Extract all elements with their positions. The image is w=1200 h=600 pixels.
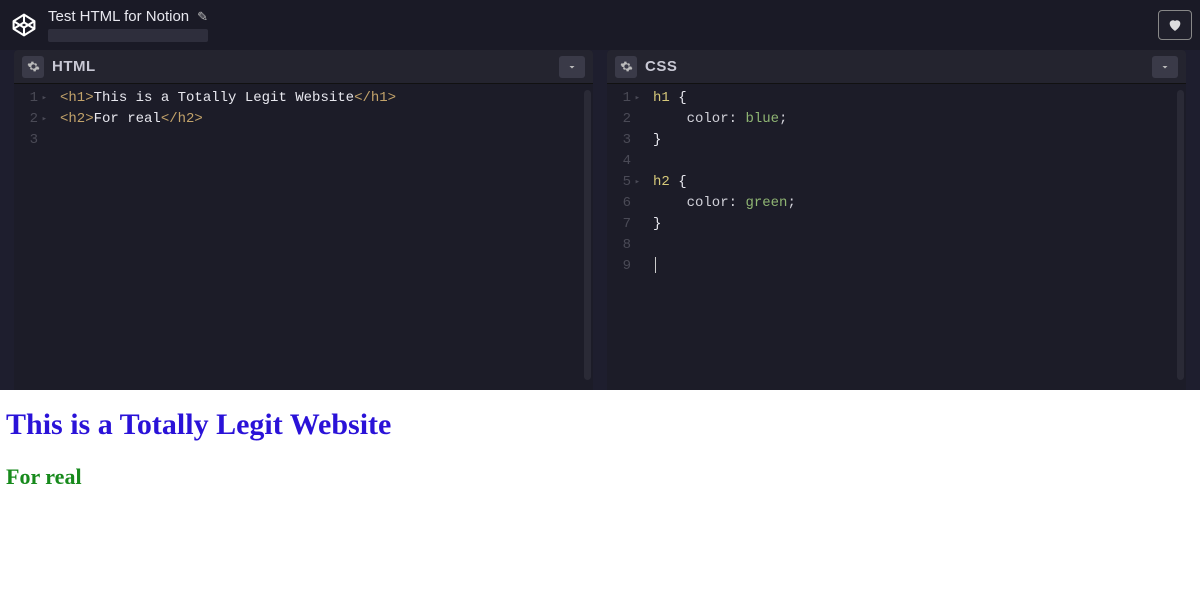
preview-pane: This is a Totally Legit Website For real <box>0 390 1200 600</box>
html-gutter: 1 2 3 <box>14 88 46 390</box>
html-panel-header: HTML <box>14 50 593 84</box>
chevron-down-icon[interactable] <box>559 56 585 78</box>
editor-panels: HTML 1 2 3 <h1>This is a Totally Legit W… <box>0 50 1200 390</box>
css-panel-title: CSS <box>645 58 1152 75</box>
top-bar: Test HTML for Notion ✎ <box>0 0 1200 50</box>
preview-heading-2: For real <box>6 464 1194 490</box>
html-panel-title: HTML <box>52 58 559 75</box>
css-code[interactable]: h1 { color: blue;} h2 { color: green;} <box>639 88 1186 390</box>
css-gutter: 1 2 3 4 5 6 7 8 9 <box>607 88 639 390</box>
preview-heading-1: This is a Totally Legit Website <box>6 408 1194 442</box>
html-panel: HTML 1 2 3 <h1>This is a Totally Legit W… <box>14 50 593 390</box>
love-button[interactable] <box>1158 10 1192 40</box>
pen-title[interactable]: Test HTML for Notion ✎ <box>48 8 208 25</box>
pen-author-placeholder <box>48 29 208 42</box>
codepen-logo-icon[interactable] <box>10 11 38 39</box>
chevron-down-icon[interactable] <box>1152 56 1178 78</box>
html-code[interactable]: <h1>This is a Totally Legit Website</h1>… <box>46 88 593 390</box>
pen-title-block: Test HTML for Notion ✎ <box>48 8 208 42</box>
html-scrollbar[interactable] <box>584 90 591 380</box>
edit-icon[interactable]: ✎ <box>197 9 208 25</box>
css-panel-header: CSS <box>607 50 1186 84</box>
css-panel: CSS 1 2 3 4 5 6 7 8 9 h1 { color: blue;}… <box>607 50 1186 390</box>
gear-icon[interactable] <box>22 56 44 78</box>
css-code-editor[interactable]: 1 2 3 4 5 6 7 8 9 h1 { color: blue;} h2 … <box>607 84 1186 390</box>
pen-title-text: Test HTML for Notion <box>48 8 189 25</box>
html-code-editor[interactable]: 1 2 3 <h1>This is a Totally Legit Websit… <box>14 84 593 390</box>
css-scrollbar[interactable] <box>1177 90 1184 380</box>
gear-icon[interactable] <box>615 56 637 78</box>
text-cursor <box>655 257 656 273</box>
